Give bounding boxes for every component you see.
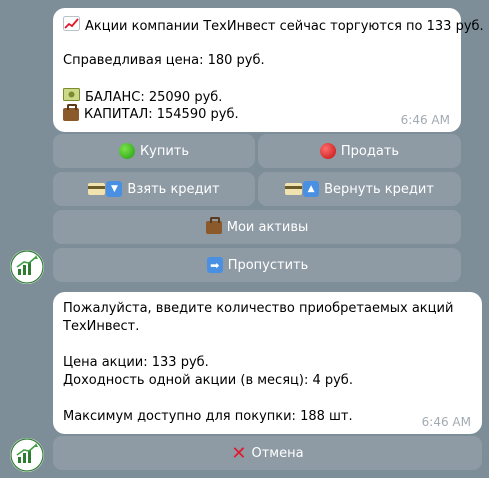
my-assets-button[interactable]: Мои активы [53, 210, 461, 244]
stock-price-text: Акции компании ТехИнвест сейчас торгуютс… [85, 19, 484, 34]
fair-price-text: Справедливая цена: 180 руб. [63, 53, 265, 68]
message-line: КАПИТАЛ: 154590 руб. [63, 104, 451, 124]
sell-button[interactable]: Продать [258, 134, 461, 168]
bot-avatar[interactable] [10, 438, 44, 472]
share-price-text: Цена акции: 133 руб. [63, 355, 209, 370]
buy-button[interactable]: Купить [53, 134, 255, 168]
briefcase-icon [63, 104, 79, 121]
skip-button[interactable]: ➡ Пропустить [53, 248, 461, 282]
skip-label: Пропустить [227, 257, 309, 273]
briefcase-icon [205, 216, 222, 234]
sell-button-label: Продать [340, 143, 400, 159]
message-line: БАЛАНС: 25090 руб. [63, 88, 451, 106]
chart-increasing-icon [63, 16, 80, 37]
return-credit-label: Вернуть кредит [324, 181, 434, 197]
capital-text: КАПИТАЛ: 154590 руб. [84, 107, 239, 122]
credit-card-icon: ▲ [285, 181, 320, 197]
purchase-prompt-message: Пожалуйста, введите количество приобрета… [53, 292, 482, 434]
right-arrow-icon: ➡ [206, 257, 223, 273]
cancel-label: Отмена [251, 445, 304, 461]
message-time: 6:46 AM [421, 415, 471, 429]
balance-text: БАЛАНС: 25090 руб. [85, 90, 223, 105]
message-time: 6:46 AM [400, 113, 450, 127]
max-available-text: Максимум доступно для покупки: 188 шт. [63, 409, 353, 424]
cross-mark-icon: ✕ [231, 442, 247, 464]
credit-card-icon: ▼ [88, 181, 123, 197]
prompt-text: Пожалуйста, введите количество приобрета… [63, 301, 454, 316]
take-credit-button[interactable]: ▼ Взять кредит [53, 172, 255, 206]
message-line: Акции компании ТехИнвест сейчас торгуютс… [63, 16, 484, 37]
prompt-text: ТехИнвест. [63, 319, 140, 334]
green-circle-icon [118, 143, 135, 159]
return-credit-button[interactable]: ▲ Вернуть кредит [258, 172, 461, 206]
stock-offer-message: Акции компании ТехИнвест сейчас торгуютс… [53, 8, 484, 132]
cancel-button[interactable]: ✕ Отмена [53, 436, 482, 470]
share-yield-text: Доходность одной акции (в месяц): 4 руб. [63, 373, 353, 388]
cashgrow-logo [10, 250, 44, 284]
cashgrow-logo [10, 438, 44, 472]
bot-avatar[interactable] [10, 250, 44, 284]
my-assets-label: Мои активы [226, 219, 309, 235]
buy-button-label: Купить [139, 143, 190, 159]
red-circle-icon [319, 143, 336, 159]
take-credit-label: Взять кредит [127, 181, 220, 197]
